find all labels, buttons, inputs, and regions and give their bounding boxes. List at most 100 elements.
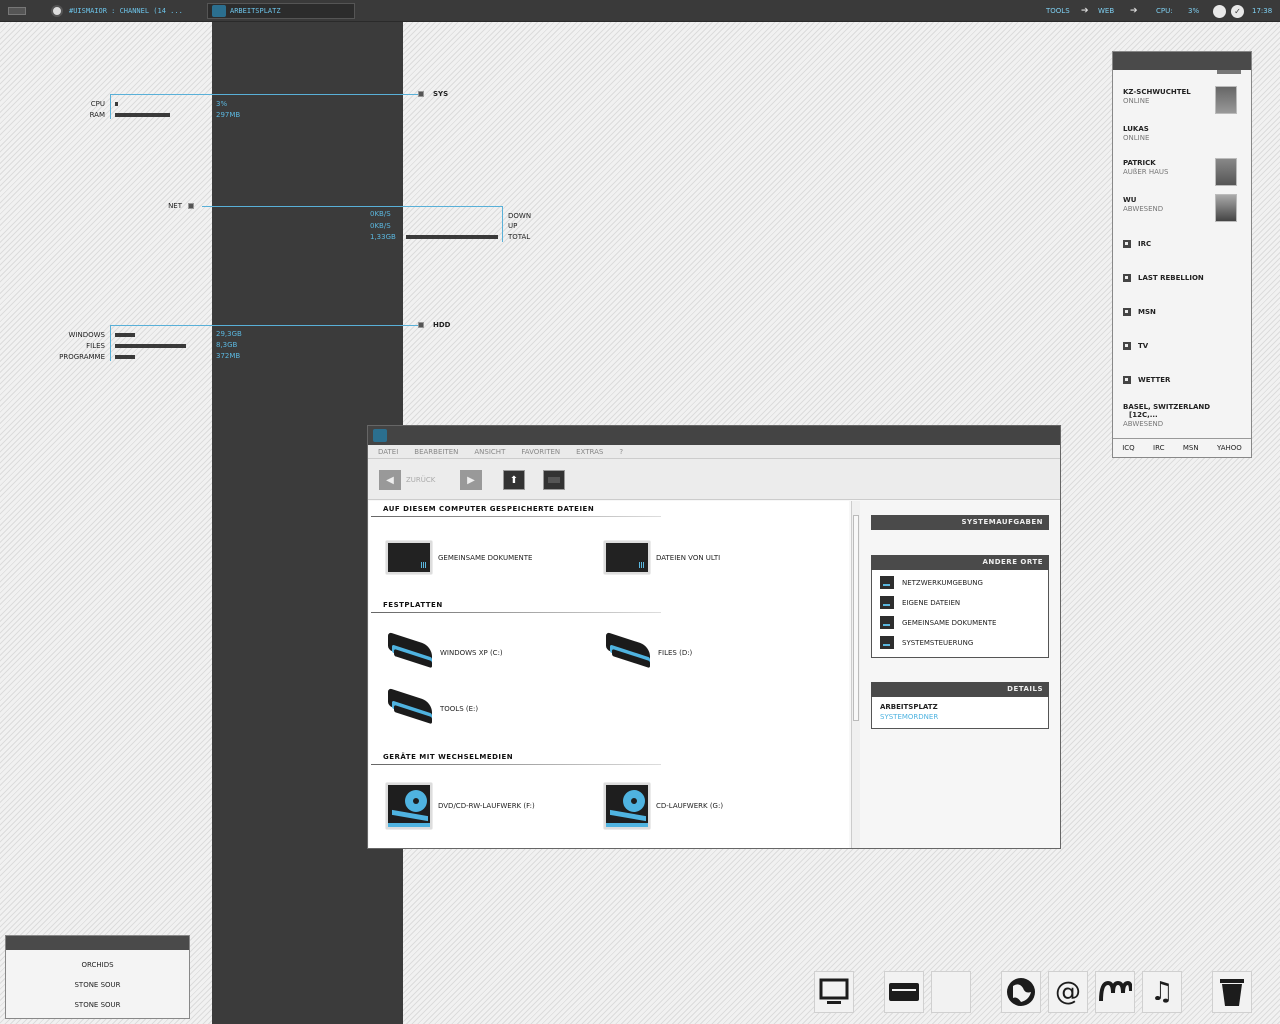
taskbar-task-explorer[interactable]: ARBEITSPLATZ	[207, 3, 355, 19]
start-button[interactable]	[8, 6, 26, 15]
back-button[interactable]: ◀	[379, 470, 401, 490]
network-icon	[880, 576, 894, 589]
buddy-group-msn[interactable]: MSN	[1123, 308, 1156, 316]
task-label: #UISMAIOR : CHANNEL (14 ...	[69, 7, 183, 15]
forward-button[interactable]: ▶	[460, 470, 482, 490]
weather-item[interactable]: BASEL, SWITZERLAND [12C,... ABWESEND	[1123, 403, 1243, 428]
system-tasks-header[interactable]: SYSTEMAUFGABEN	[871, 515, 1049, 530]
buddy-status: AUßER HAUS	[1123, 168, 1169, 176]
buddy-item[interactable]: WU ABWESEND	[1123, 196, 1163, 213]
expand-icon	[1123, 342, 1131, 350]
section-title: GERÄTE MIT WECHSELMEDIEN	[383, 753, 514, 761]
buddy-list-header[interactable]	[1113, 52, 1251, 74]
place-link-my-files[interactable]: EIGENE DATEIEN	[880, 596, 960, 609]
place-link-network[interactable]: NETZWERKUMGEBUNG	[880, 576, 983, 589]
buddy-group-wetter[interactable]: WETTER	[1123, 376, 1170, 384]
buddy-name: PATRICK	[1123, 159, 1156, 167]
buddy-group-tv[interactable]: TV	[1123, 342, 1148, 350]
music-note-icon[interactable]: ♫	[1142, 971, 1182, 1013]
trash-icon[interactable]	[1212, 971, 1252, 1013]
avatar	[1215, 158, 1237, 186]
blank-icon[interactable]	[931, 971, 971, 1013]
drive-icon[interactable]	[884, 971, 924, 1013]
folder-item[interactable]: GEMEINSAME DOKUMENTE	[386, 541, 532, 574]
window-titlebar[interactable]	[368, 426, 1060, 445]
details-type: SYSTEMORDNER	[880, 713, 939, 721]
track-item[interactable]: ORCHIDS	[6, 961, 189, 969]
connector-line	[110, 325, 111, 361]
group-label: LAST REBELLION	[1138, 274, 1204, 282]
tray-check-icon[interactable]: ✓	[1231, 0, 1244, 22]
scrollbar-thumb[interactable]	[853, 515, 859, 721]
music-playlist: ORCHIDS STONE SOUR STONE SOUR	[5, 935, 190, 1019]
drive-item[interactable]: TOOLS (E:)	[386, 687, 479, 729]
removable-item[interactable]: CD-LAUFWERK (G:)	[604, 783, 723, 829]
views-button[interactable]	[543, 470, 565, 490]
menu-help[interactable]: ?	[619, 448, 623, 456]
folder-item[interactable]: DATEIEN VON ULTI	[604, 541, 720, 574]
drive-item[interactable]: FILES (D:)	[604, 631, 692, 673]
ram-value: 297MB	[216, 111, 241, 119]
drive-bar	[115, 344, 186, 348]
buddy-item[interactable]: KZ-SCHWUCHTEL ONLINE	[1123, 88, 1191, 105]
track-item[interactable]: STONE SOUR	[6, 1001, 189, 1009]
playlist-header[interactable]	[6, 936, 189, 950]
buddy-group-last-rebellion[interactable]: LAST REBELLION	[1123, 274, 1204, 282]
taskbar-task-irc[interactable]: #UISMAIOR : CHANNEL (14 ...	[47, 3, 197, 19]
menu-datei[interactable]: DATEI	[378, 448, 398, 456]
details-box: ARBEITSPLATZ SYSTEMORDNER	[871, 697, 1049, 729]
group-label: WETTER	[1138, 376, 1171, 384]
section-title: AUF DIESEM COMPUTER GESPEICHERTE DATEIEN	[383, 505, 595, 513]
buddy-group-irc[interactable]: IRC	[1123, 240, 1151, 248]
details-header[interactable]: DETAILS	[871, 682, 1049, 697]
menu-ansicht[interactable]: ANSICHT	[474, 448, 505, 456]
protocol-tabs: ICQ IRC MSN YAHOO	[1113, 438, 1251, 457]
buddy-item[interactable]: LUKAS ONLINE	[1123, 125, 1149, 142]
messenger-icon[interactable]	[1095, 971, 1135, 1013]
buddy-item[interactable]: PATRICK AUßER HAUS	[1123, 159, 1168, 176]
sys-title: SYS	[433, 90, 449, 98]
track-item[interactable]: STONE SOUR	[6, 981, 189, 989]
removable-item[interactable]: DVD/CD-RW-LAUFWERK (F:)	[386, 783, 535, 829]
drive-item[interactable]: WINDOWS XP (C:)	[386, 631, 503, 673]
place-link-control-panel[interactable]: SYSTEMSTEUERUNG	[880, 636, 973, 649]
vertical-scrollbar[interactable]	[851, 501, 860, 848]
menu-favoriten[interactable]: FAVORITEN	[521, 448, 560, 456]
dvd-drive-icon	[386, 783, 432, 829]
tools-menu[interactable]: TOOLS	[1046, 0, 1070, 22]
menu-bearbeiten[interactable]: BEARBEITEN	[414, 448, 458, 456]
avatar	[1215, 86, 1237, 114]
clock-time: 17:38	[1252, 7, 1273, 15]
place-link-shared-docs[interactable]: GEMEINSAME DOKUMENTE	[880, 616, 996, 629]
weather-location: BASEL, SWITZERLAND	[1123, 403, 1211, 411]
tab-irc[interactable]: IRC	[1153, 444, 1164, 452]
globe-icon[interactable]	[1001, 971, 1041, 1013]
cpu-value: 3%	[216, 100, 228, 108]
computer-icon	[373, 429, 387, 442]
net-title: NET	[168, 202, 182, 210]
shared-docs-icon	[880, 616, 894, 629]
tray-globe-icon[interactable]	[1213, 0, 1226, 22]
web-menu[interactable]: WEB	[1098, 0, 1114, 22]
cpu-bar	[115, 102, 118, 106]
cpu-value: 3%	[1188, 7, 1200, 15]
drive-bar	[115, 333, 135, 337]
up-button[interactable]: ⬆	[503, 470, 525, 490]
drive-label: PROGRAMME	[59, 353, 105, 361]
tab-icq[interactable]: ICQ	[1122, 444, 1134, 452]
connector-line	[110, 94, 418, 95]
collapse-icon	[1123, 376, 1131, 384]
weather-temp: [12C,...	[1129, 411, 1158, 419]
menu-extras[interactable]: EXTRAS	[576, 448, 603, 456]
ram-label: RAM	[89, 111, 105, 119]
item-label: TOOLS (E:)	[440, 705, 479, 713]
task-pane: SYSTEMAUFGABEN ANDERE ORTE NETZWERKUMGEB…	[860, 501, 1060, 848]
monitor-icon[interactable]	[814, 971, 854, 1013]
forward-arrow-icon: ▶	[467, 474, 475, 486]
at-icon[interactable]: @	[1048, 971, 1088, 1013]
buddy-status: ABWESEND	[1123, 205, 1164, 213]
tab-yahoo[interactable]: YAHOO	[1217, 444, 1242, 452]
tab-msn[interactable]: MSN	[1183, 444, 1199, 452]
other-places-header[interactable]: ANDERE ORTE	[871, 555, 1049, 570]
item-label: GEMEINSAME DOKUMENTE	[438, 553, 533, 562]
